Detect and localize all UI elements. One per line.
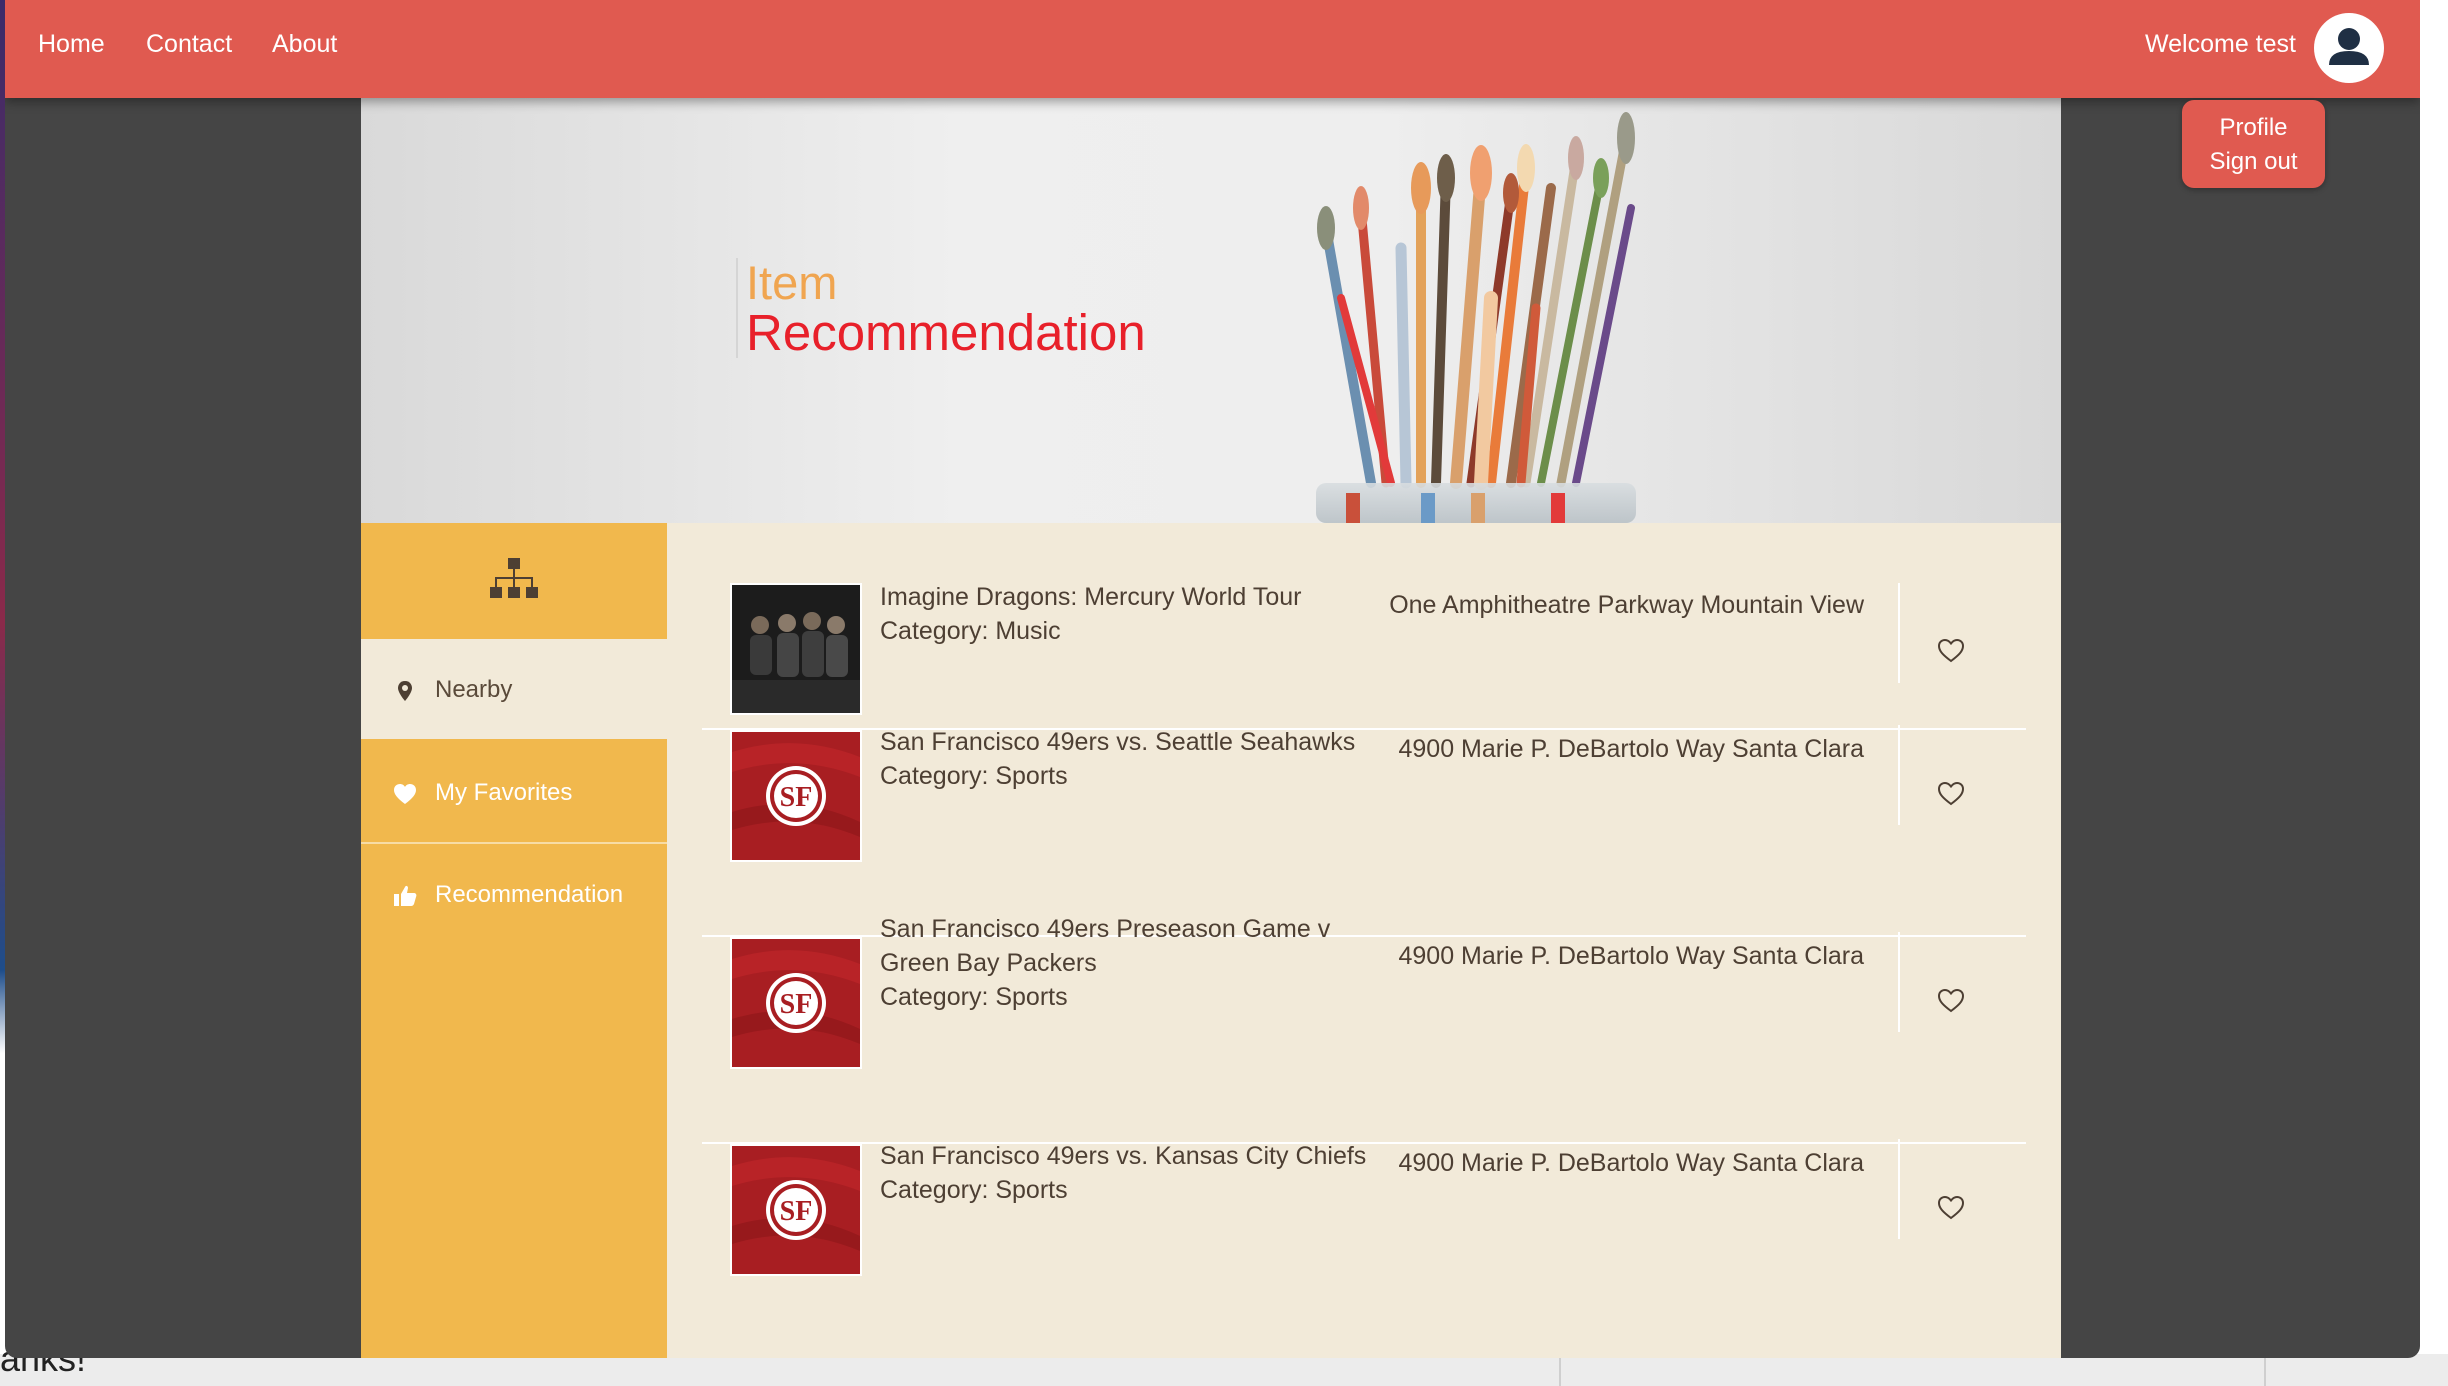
row-divider [1898, 1139, 1900, 1239]
sign-out-menu-item[interactable]: Sign out [2182, 145, 2325, 179]
item-category: Category: Music [880, 617, 1061, 645]
item-title[interactable]: Imagine Dragons: Mercury World Tour [880, 580, 1400, 614]
item-address: One Amphitheatre Parkway Mountain View [1389, 591, 1864, 619]
user-icon [2329, 28, 2369, 65]
item-category: Category: Sports [880, 1176, 1068, 1204]
top-navbar: Home Contact About Welcome test [5, 0, 2420, 98]
favorite-heart-icon[interactable] [1934, 983, 1968, 1017]
49ers-logo: SF [732, 732, 860, 860]
band-photo [732, 585, 860, 713]
item-image[interactable]: SF [730, 730, 862, 862]
sidebar-item-recommendation[interactable]: Recommendation [361, 844, 667, 944]
thumbs-up-icon [394, 885, 417, 906]
hero-title-line1: Item [746, 256, 838, 309]
background-window [0, 1354, 2448, 1386]
favorite-heart-icon[interactable] [1934, 776, 1968, 810]
item-image[interactable] [730, 583, 862, 715]
sidebar: Nearby My Favorites Recommendation [361, 523, 667, 1358]
nav-about-link[interactable]: About [272, 30, 337, 59]
item-title[interactable]: San Francisco 49ers vs. Kansas City Chie… [880, 1139, 1400, 1173]
list-item: Imagine Dragons: Mercury World Tour Cate… [702, 523, 2026, 730]
item-list: Imagine Dragons: Mercury World Tour Cate… [667, 523, 2061, 1358]
browser-window: Home Contact About Welcome test Profile … [5, 0, 2420, 1358]
row-divider [1898, 725, 1900, 825]
favorite-heart-icon[interactable] [1934, 633, 1968, 667]
row-divider [1898, 932, 1900, 1032]
nav-contact-link[interactable]: Contact [146, 30, 232, 59]
item-info: San Francisco 49ers Preseason Game v Gre… [880, 912, 1400, 1014]
item-info: San Francisco 49ers vs. Kansas City Chie… [880, 1139, 1400, 1207]
paintbrushes-image [1316, 112, 1636, 523]
sidebar-header [361, 523, 667, 636]
main-container: Item Recommendation Nearby My Favorites … [361, 98, 2061, 1358]
hero-banner: Item Recommendation [361, 98, 2061, 523]
sidebar-item-favorites[interactable]: My Favorites [361, 742, 667, 844]
item-address: 4900 Marie P. DeBartolo Way Santa Clara [1398, 735, 1864, 763]
hero-title: Item Recommendation [736, 258, 1146, 358]
favorite-heart-icon[interactable] [1934, 1190, 1968, 1224]
avatar[interactable] [2314, 13, 2384, 83]
svg-text:SF: SF [780, 782, 813, 813]
map-marker-icon [398, 681, 412, 701]
sidebar-item-label: Recommendation [435, 881, 624, 908]
item-title[interactable]: San Francisco 49ers Preseason Game v Gre… [880, 912, 1400, 980]
list-item: SF San Francisco 49ers vs. Seattle Seaha… [702, 725, 2026, 937]
heart-icon [394, 784, 416, 804]
49ers-logo: SF [732, 939, 860, 1067]
item-info: Imagine Dragons: Mercury World Tour Cate… [880, 580, 1400, 648]
sitemap-icon [490, 558, 538, 598]
item-title[interactable]: San Francisco 49ers vs. Seattle Seahawks [880, 725, 1400, 759]
sidebar-item-label: My Favorites [435, 779, 573, 806]
background-divider [1559, 1354, 1561, 1386]
sidebar-item-nearby[interactable]: Nearby [361, 639, 667, 739]
item-info: San Francisco 49ers vs. Seattle Seahawks… [880, 725, 1400, 793]
list-item: SF San Francisco 49ers Preseason Game v … [702, 915, 2026, 1144]
list-item: SF San Francisco 49ers vs. Kansas City C… [702, 1139, 2026, 1349]
item-category: Category: Sports [880, 983, 1068, 1011]
nav-home-link[interactable]: Home [38, 30, 105, 59]
profile-dropdown: Profile Sign out [2182, 100, 2325, 188]
item-image[interactable]: SF [730, 1144, 862, 1276]
row-divider [1898, 583, 1900, 683]
welcome-text: Welcome test [2145, 30, 2296, 58]
hero-title-line2: Recommendation [746, 304, 1146, 361]
svg-text:SF: SF [780, 1196, 813, 1227]
svg-text:SF: SF [780, 989, 813, 1020]
sidebar-item-label: Nearby [435, 676, 513, 703]
profile-menu-item[interactable]: Profile [2182, 111, 2325, 145]
background-divider [2264, 1354, 2266, 1386]
item-address: 4900 Marie P. DeBartolo Way Santa Clara [1398, 942, 1864, 970]
item-category: Category: Sports [880, 762, 1068, 790]
item-image[interactable]: SF [730, 937, 862, 1069]
item-address: 4900 Marie P. DeBartolo Way Santa Clara [1398, 1149, 1864, 1177]
49ers-logo: SF [732, 1146, 860, 1274]
